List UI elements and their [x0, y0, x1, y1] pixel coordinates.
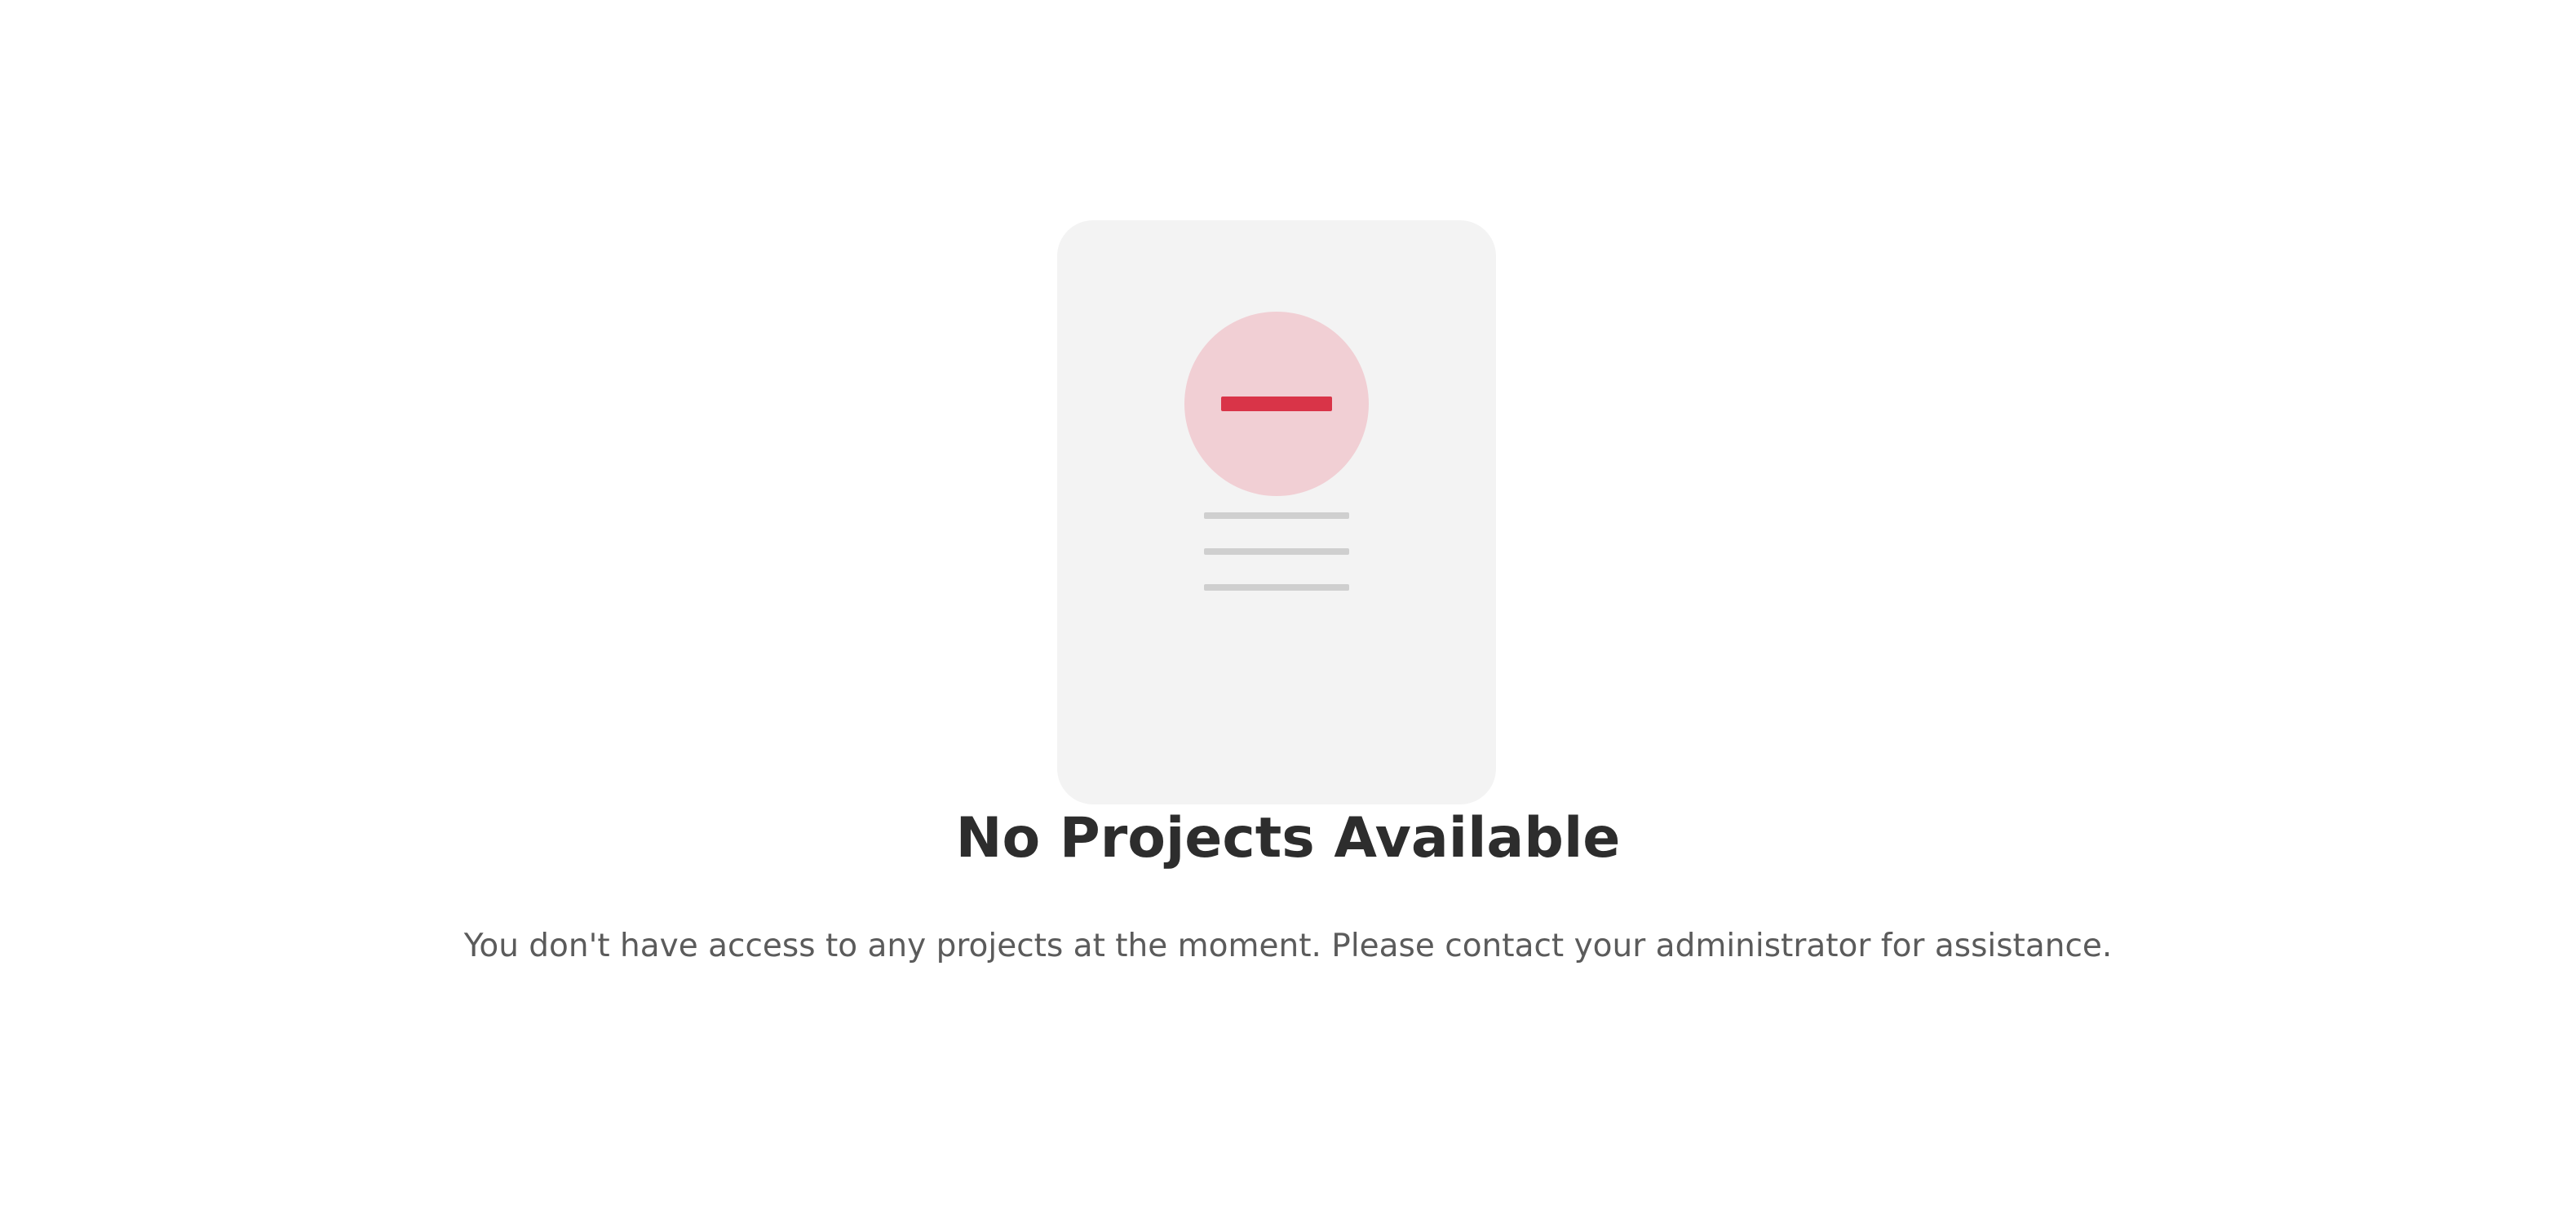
placeholder-line [1204, 584, 1349, 591]
minus-circle-icon [1184, 312, 1369, 496]
empty-state-message: You don't have access to any projects at… [463, 928, 2113, 964]
empty-state-title: No Projects Available [955, 806, 1621, 871]
empty-state-illustration [1057, 220, 1496, 804]
minus-icon [1221, 397, 1332, 411]
empty-state: No Projects Available You don't have acc… [0, 0, 2576, 1214]
placeholder-line [1204, 548, 1349, 555]
placeholder-line [1204, 512, 1349, 519]
